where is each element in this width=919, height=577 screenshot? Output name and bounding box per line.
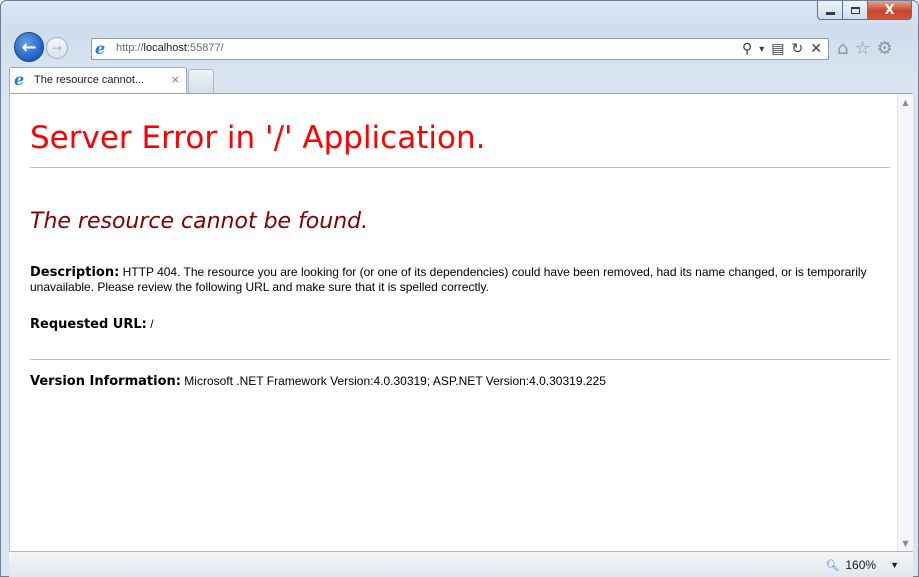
address-tools: ⚲ ▾ ▤ ↻ ✕ bbox=[742, 40, 822, 58]
back-arrow-icon: ← bbox=[21, 36, 37, 58]
close-button[interactable]: X bbox=[868, 1, 912, 20]
maximize-icon bbox=[850, 6, 860, 14]
tools-gear-icon[interactable]: ⚙ bbox=[877, 38, 893, 59]
heading-divider bbox=[30, 167, 890, 168]
requested-url: Requested URL: / bbox=[30, 317, 154, 332]
minimize-icon bbox=[825, 11, 835, 15]
error-description: Description: HTTP 404. The resource you … bbox=[30, 265, 890, 294]
scroll-up-arrow-icon[interactable]: ▲ bbox=[898, 94, 913, 110]
forward-arrow-icon: → bbox=[51, 41, 63, 55]
url-port-path: :55877/ bbox=[186, 42, 224, 54]
url-host: localhost bbox=[143, 42, 187, 54]
requested-url-label: Requested URL: bbox=[30, 317, 147, 332]
browser-window: X ← → e http://localhost:55877/ ⚲ ▾ ▤ ↻ … bbox=[0, 0, 919, 577]
zoom-icon: 🔍︎ bbox=[825, 559, 840, 572]
version-label: Version Information: bbox=[30, 374, 181, 389]
address-url[interactable]: http://localhost:55877/ bbox=[116, 42, 224, 54]
zoom-level: 160% bbox=[845, 558, 877, 572]
favorites-star-icon[interactable]: ☆ bbox=[854, 38, 870, 59]
toolbar-right-icons: ⌂ ☆ ⚙ bbox=[837, 38, 893, 59]
compatibility-view-icon[interactable]: ▤ bbox=[771, 41, 784, 57]
error-subheading: The resource cannot be found. bbox=[30, 209, 369, 234]
forward-button[interactable]: → bbox=[46, 37, 68, 59]
stop-icon[interactable]: ✕ bbox=[810, 41, 822, 57]
new-tab-button[interactable] bbox=[188, 69, 214, 93]
page-viewport: Server Error in '/' Application. The res… bbox=[9, 93, 913, 551]
address-bar[interactable]: e http://localhost:55877/ ⚲ ▾ ▤ ↻ ✕ bbox=[91, 38, 829, 60]
home-icon[interactable]: ⌂ bbox=[837, 38, 848, 59]
status-bar: 🔍︎ 160% ▼ bbox=[9, 551, 913, 577]
search-icon[interactable]: ⚲ bbox=[742, 41, 752, 57]
tab-close-icon[interactable]: × bbox=[171, 73, 180, 86]
zoom-dropdown-icon[interactable]: ▼ bbox=[890, 560, 899, 570]
caption-buttons: X bbox=[817, 1, 912, 21]
tab-active[interactable]: e The resource cannot... × bbox=[9, 67, 187, 93]
page-heading: Server Error in '/' Application. bbox=[30, 120, 486, 156]
description-label: Description: bbox=[30, 265, 120, 280]
tab-title: The resource cannot... bbox=[34, 74, 145, 86]
ie-tab-icon: e bbox=[14, 70, 25, 89]
description-text: HTTP 404. The resource you are looking f… bbox=[30, 265, 867, 294]
version-divider bbox=[30, 359, 890, 360]
scroll-down-arrow-icon[interactable]: ▼ bbox=[898, 535, 913, 551]
maximize-button[interactable] bbox=[843, 1, 868, 20]
ie-page-icon: e bbox=[95, 39, 106, 58]
back-button[interactable]: ← bbox=[14, 32, 44, 62]
requested-url-value: / bbox=[150, 317, 154, 331]
minimize-button[interactable] bbox=[817, 1, 843, 20]
refresh-icon[interactable]: ↻ bbox=[792, 41, 804, 57]
vertical-scrollbar[interactable]: ▲ ▼ bbox=[897, 94, 913, 551]
url-scheme: http:// bbox=[116, 42, 144, 54]
version-information: Version Information: Microsoft .NET Fram… bbox=[30, 374, 606, 389]
search-dropdown-icon[interactable]: ▾ bbox=[759, 44, 764, 55]
version-value: Microsoft .NET Framework Version:4.0.303… bbox=[184, 374, 606, 388]
zoom-control[interactable]: 🔍︎ 160% ▼ bbox=[825, 558, 899, 572]
